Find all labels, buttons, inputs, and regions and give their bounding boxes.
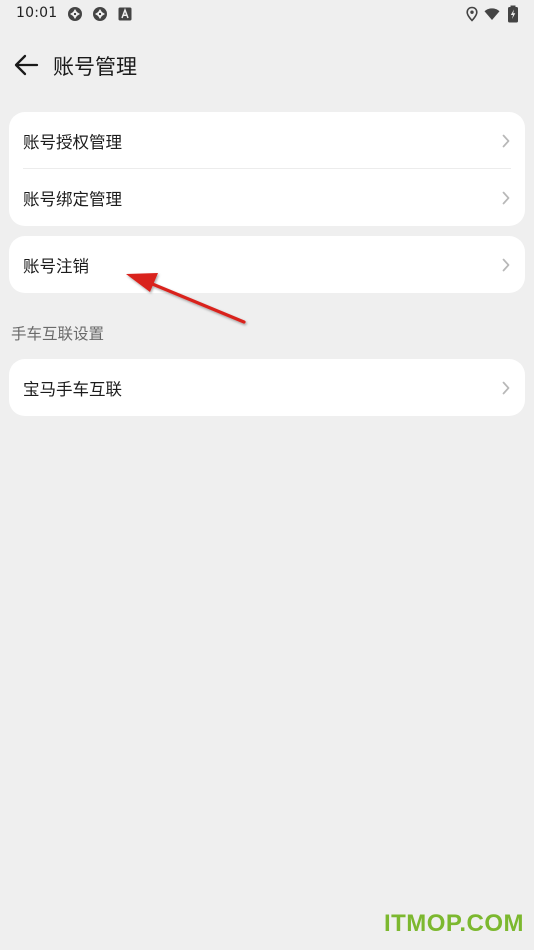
chevron-right-icon [502,381,510,394]
chevron-right-icon [502,191,510,204]
sync-icon [93,7,107,21]
watermark: ITMOP.COM [383,910,524,937]
menu-item-label: 宝马手车互联 [23,379,122,399]
status-bar: 10:01 [0,0,534,28]
location-icon [466,6,478,22]
menu-item-account-authorization[interactable]: 账号授权管理 [9,112,525,169]
menu-item-label: 账号注销 [23,256,89,276]
menu-item-label: 账号授权管理 [23,132,122,152]
menu-item-label: 账号绑定管理 [23,189,122,209]
menu-item-account-binding[interactable]: 账号绑定管理 [9,169,525,226]
app-header: 账号管理 [0,40,534,90]
arrow-left-icon [14,54,39,76]
font-a-icon [118,7,132,21]
account-deletion-card: 账号注销 [9,236,525,293]
sync-icon [68,7,82,21]
section-header-car-connection: 手车互联设置 [11,325,105,343]
menu-item-account-deletion[interactable]: 账号注销 [9,236,525,293]
chevron-right-icon [502,134,510,147]
back-button[interactable] [10,50,42,80]
page-title: 账号管理 [53,55,137,79]
account-settings-card: 账号授权管理 账号绑定管理 [9,112,525,226]
status-time: 10:01 [16,5,58,21]
wifi-icon [484,8,500,20]
battery-charging-icon [508,5,518,23]
chevron-right-icon [502,258,510,271]
car-connection-card: 宝马手车互联 [9,359,525,416]
menu-item-bmw-car-connection[interactable]: 宝马手车互联 [9,359,525,416]
